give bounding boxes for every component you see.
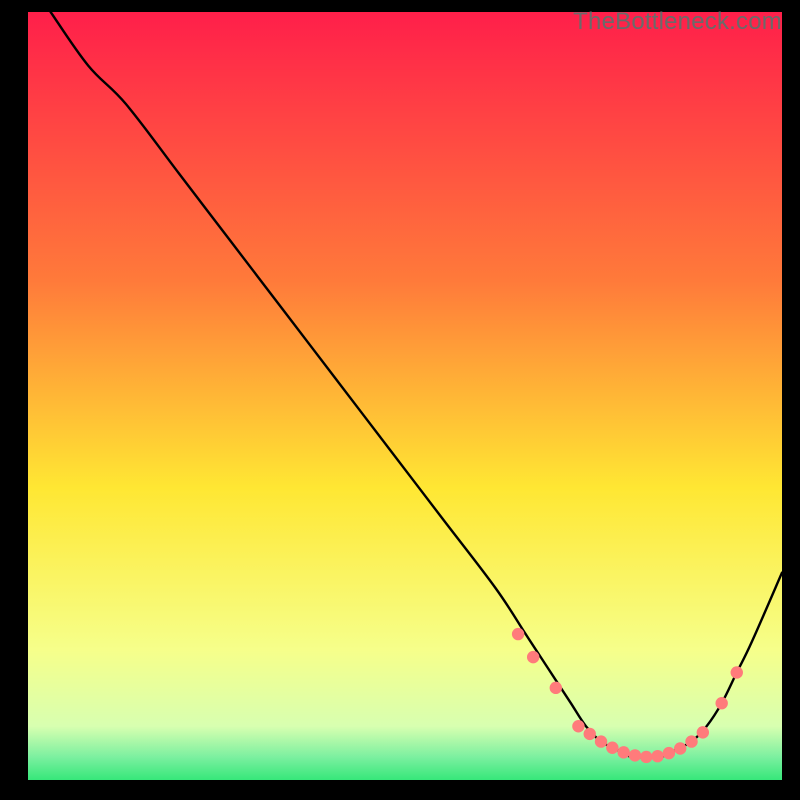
marker-dot [651, 750, 663, 762]
marker-dot [584, 728, 596, 740]
marker-dot [595, 735, 607, 747]
marker-dot [640, 751, 652, 763]
marker-dot [629, 749, 641, 761]
gradient-background [28, 12, 782, 780]
marker-dot [663, 747, 675, 759]
marker-dot [512, 628, 524, 640]
marker-dot [617, 746, 629, 758]
marker-dot [731, 666, 743, 678]
marker-dot [527, 651, 539, 663]
marker-dot [606, 742, 618, 754]
marker-dot [550, 682, 562, 694]
watermark-text: TheBottleneck.com [573, 8, 782, 36]
marker-dot [572, 720, 584, 732]
bottleneck-plot [28, 12, 782, 780]
marker-dot [674, 742, 686, 754]
marker-dot [715, 697, 727, 709]
marker-dot [685, 735, 697, 747]
marker-dot [697, 726, 709, 738]
chart-frame [28, 12, 782, 780]
